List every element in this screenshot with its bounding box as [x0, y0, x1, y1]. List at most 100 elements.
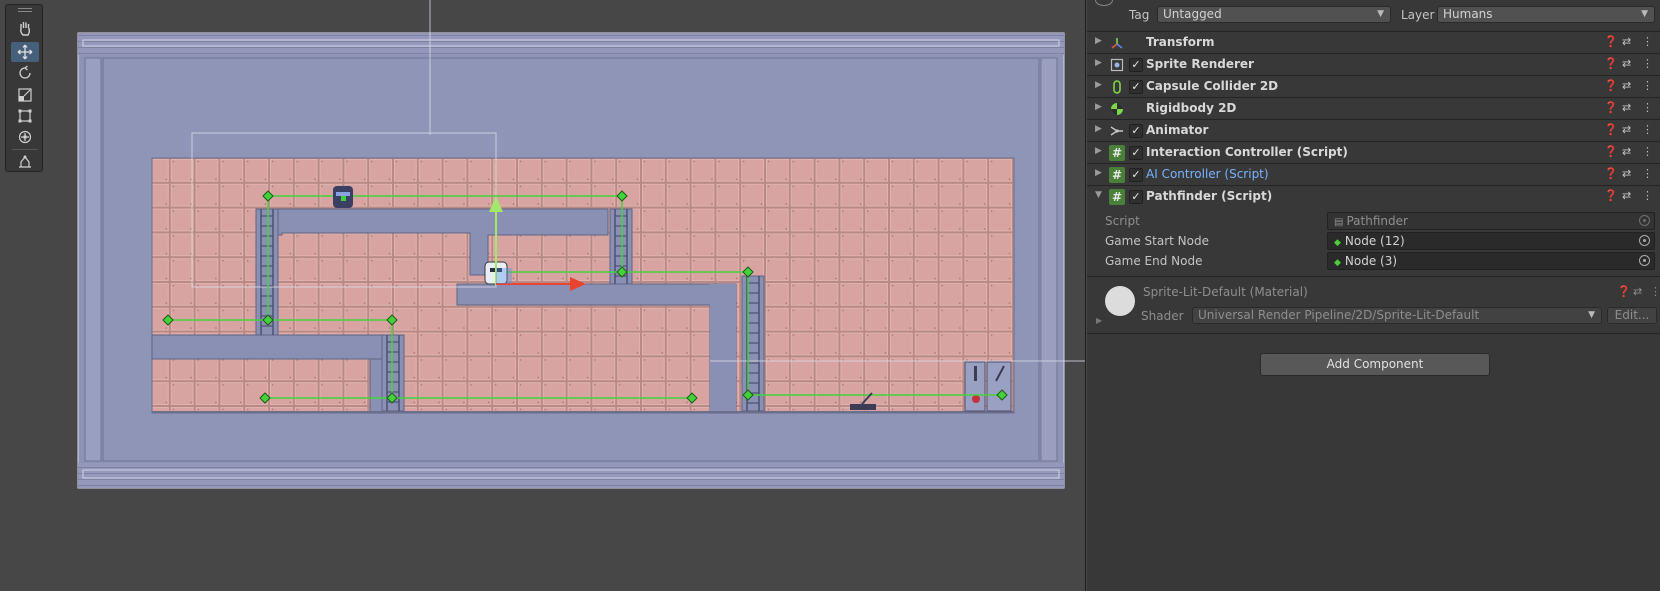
enabled-checkbox[interactable]: ✓	[1129, 146, 1143, 160]
preset-icon[interactable]: ⇄	[1622, 189, 1631, 202]
context-menu-icon[interactable]: ⋮	[1642, 167, 1653, 180]
foldout-arrow-icon[interactable]: ▶	[1095, 80, 1102, 90]
context-menu-icon[interactable]: ⋮	[1650, 285, 1660, 298]
layer-value: Humans	[1443, 7, 1493, 21]
enabled-checkbox[interactable]: ✓	[1129, 168, 1143, 182]
script-field-label: Script	[1105, 214, 1140, 228]
help-icon[interactable]: ❓	[1604, 101, 1618, 114]
help-icon[interactable]: ❓	[1617, 285, 1631, 298]
preset-icon[interactable]: ⇄	[1622, 79, 1631, 92]
foldout-arrow-icon[interactable]: ▶	[1095, 102, 1102, 112]
add-component-label: Add Component	[1326, 357, 1424, 371]
edit-shader-label: Edit...	[1614, 308, 1650, 322]
scene-tools-panel	[5, 4, 43, 172]
context-menu-icon[interactable]: ⋮	[1642, 35, 1653, 48]
component-pathfinder[interactable]: ▼ # ✓ Pathfinder (Script) ❓ ⇄ ⋮	[1087, 186, 1660, 208]
shader-label: Shader	[1141, 309, 1184, 323]
game-start-node-field[interactable]: ◆ Node (12)	[1327, 232, 1655, 250]
layer-dropdown[interactable]: Humans ▼	[1437, 6, 1655, 23]
tag-value: Untagged	[1163, 7, 1222, 21]
context-menu-icon[interactable]: ⋮	[1642, 123, 1653, 136]
rotate-tool-icon[interactable]	[11, 63, 39, 83]
rect-tool-icon[interactable]	[11, 106, 39, 126]
edit-shader-button[interactable]: Edit...	[1607, 307, 1657, 324]
level-canvas[interactable]	[0, 0, 1086, 591]
animator-icon	[1109, 123, 1125, 139]
tag-dropdown[interactable]: Untagged ▼	[1157, 6, 1391, 23]
context-menu-icon[interactable]: ⋮	[1642, 79, 1653, 92]
guard-sprite[interactable]	[333, 186, 353, 208]
capsule-collider-icon	[1109, 79, 1125, 95]
enabled-checkbox[interactable]: ✓	[1129, 124, 1143, 138]
game-end-node-field[interactable]: ◆ Node (3)	[1327, 252, 1655, 270]
transform-axes-icon	[1109, 35, 1125, 51]
panel-grip-icon[interactable]	[18, 8, 32, 12]
foldout-arrow-icon[interactable]: ▶	[1096, 316, 1102, 325]
foldout-arrow-expanded-icon[interactable]: ▼	[1095, 190, 1102, 200]
help-icon[interactable]: ❓	[1604, 35, 1618, 48]
layer-label: Layer	[1401, 8, 1435, 22]
transform-tool-icon[interactable]	[11, 127, 39, 147]
preset-icon[interactable]: ⇄	[1622, 145, 1631, 158]
component-name: Animator	[1146, 123, 1209, 137]
help-icon[interactable]: ❓	[1604, 145, 1618, 158]
script-hash-icon: #	[1109, 167, 1125, 183]
component-rigidbody[interactable]: ▶ Rigidbody 2D ❓ ⇄ ⋮	[1087, 98, 1660, 120]
game-end-node-label: Game End Node	[1105, 254, 1203, 268]
help-icon[interactable]: ❓	[1604, 189, 1618, 202]
component-animator[interactable]: ▶ ✓ Animator ❓ ⇄ ⋮	[1087, 120, 1660, 142]
preset-icon[interactable]: ⇄	[1622, 167, 1631, 180]
component-transform[interactable]: ▶ Transform ❓ ⇄ ⋮	[1087, 32, 1660, 54]
help-icon[interactable]: ❓	[1604, 79, 1618, 92]
context-menu-icon[interactable]: ⋮	[1642, 189, 1653, 202]
foldout-arrow-icon[interactable]: ▶	[1095, 168, 1102, 178]
foldout-arrow-icon[interactable]: ▶	[1095, 124, 1102, 134]
preset-icon[interactable]: ⇄	[1622, 101, 1631, 114]
component-ai-controller[interactable]: ▶ # ✓ AI Controller (Script) ❓ ⇄ ⋮	[1087, 164, 1660, 186]
script-hash-icon: #	[1109, 189, 1125, 205]
preset-icon[interactable]: ⇄	[1622, 35, 1631, 48]
ladder	[741, 275, 765, 412]
custom-tool-icon[interactable]	[11, 151, 39, 171]
shader-value: Universal Render Pipeline/2D/Sprite-Lit-…	[1198, 308, 1480, 322]
component-capsule-collider[interactable]: ▶ ✓ Capsule Collider 2D ❓ ⇄ ⋮	[1087, 76, 1660, 98]
foldout-arrow-icon[interactable]: ▶	[1095, 58, 1102, 68]
gameobject-icon	[1095, 0, 1113, 6]
preset-icon[interactable]: ⇄	[1622, 57, 1631, 70]
context-menu-icon[interactable]: ⋮	[1642, 145, 1653, 158]
preset-icon[interactable]: ⇄	[1622, 123, 1631, 136]
shader-dropdown[interactable]: Universal Render Pipeline/2D/Sprite-Lit-…	[1192, 307, 1602, 324]
chevron-down-icon: ▼	[1377, 9, 1384, 19]
foldout-arrow-icon[interactable]: ▶	[1095, 36, 1102, 46]
enabled-checkbox[interactable]: ✓	[1129, 190, 1143, 204]
preset-icon[interactable]: ⇄	[1633, 285, 1642, 298]
script-field: ▤ Pathfinder	[1327, 212, 1655, 230]
context-menu-icon[interactable]: ⋮	[1642, 101, 1653, 114]
material-name: Sprite-Lit-Default (Material)	[1143, 285, 1308, 299]
component-sprite-renderer[interactable]: ▶ ✓ Sprite Renderer ❓ ⇄ ⋮	[1087, 54, 1660, 76]
inspector-panel: Tag Untagged ▼ Layer Humans ▼ ▶ Transfor…	[1087, 0, 1660, 591]
component-name: AI Controller (Script)	[1146, 167, 1269, 181]
scale-tool-icon[interactable]	[11, 85, 39, 105]
game-start-node-label: Game Start Node	[1105, 234, 1209, 248]
game-end-node-value: Node (3)	[1344, 254, 1398, 268]
sprite-renderer-icon	[1109, 57, 1125, 73]
context-menu-icon[interactable]: ⋮	[1642, 57, 1653, 70]
add-component-button[interactable]: Add Component	[1260, 353, 1490, 376]
foldout-arrow-icon[interactable]: ▶	[1095, 146, 1102, 156]
help-icon[interactable]: ❓	[1604, 57, 1618, 70]
move-tool-icon[interactable]	[11, 42, 39, 62]
scene-view[interactable]	[0, 0, 1086, 591]
object-picker-icon[interactable]	[1639, 255, 1650, 266]
help-icon[interactable]: ❓	[1604, 123, 1618, 136]
node-diamond-icon: ◆	[1334, 238, 1341, 248]
enabled-checkbox[interactable]: ✓	[1129, 58, 1143, 72]
script-file-icon: ▤	[1334, 217, 1344, 228]
component-name: Interaction Controller (Script)	[1146, 145, 1348, 159]
object-picker-icon[interactable]	[1639, 235, 1650, 246]
component-interaction-controller[interactable]: ▶ # ✓ Interaction Controller (Script) ❓ …	[1087, 142, 1660, 164]
hand-tool-icon[interactable]	[11, 18, 39, 38]
help-icon[interactable]: ❓	[1604, 167, 1618, 180]
enabled-checkbox[interactable]: ✓	[1129, 80, 1143, 94]
node-diamond-icon: ◆	[1334, 258, 1341, 268]
